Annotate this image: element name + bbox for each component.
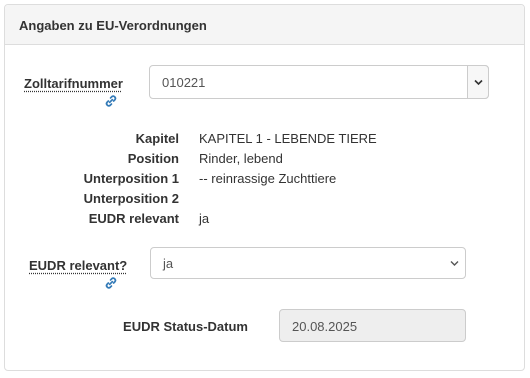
link-icon[interactable] (104, 276, 118, 290)
status-date-label: EUDR Status-Datum (123, 319, 248, 334)
zolltarif-dropdown-button[interactable] (467, 65, 489, 99)
zolltarif-label[interactable]: Zolltarifnummer (24, 76, 123, 91)
link-icon[interactable] (104, 94, 118, 108)
eudr-relevant-info-value: ja (199, 211, 210, 226)
unterposition1-value: -- reinrassige Zuchttiere (199, 171, 337, 186)
eudr-relevant-label[interactable]: EUDR relevant? (29, 258, 127, 273)
position-value: Rinder, lebend (199, 151, 283, 166)
zolltarif-select[interactable]: 010221 (149, 65, 489, 99)
panel-title: Angaben zu EU-Verordnungen (19, 18, 207, 33)
status-date-field: 20.08.2025 (279, 309, 466, 342)
eudr-relevant-selected: ja (163, 256, 174, 271)
chevron-down-icon (474, 79, 483, 86)
unterposition2-label: Unterposition 2 (83, 191, 179, 206)
position-label: Position (127, 151, 179, 166)
chevron-down-icon (450, 261, 459, 266)
unterposition1-label: Unterposition 1 (83, 171, 179, 186)
kapitel-label: Kapitel (135, 131, 179, 146)
eudr-relevant-select[interactable]: ja (150, 247, 466, 279)
kapitel-value: KAPITEL 1 - LEBENDE TIERE (199, 131, 377, 146)
zolltarif-value: 010221 (162, 75, 206, 90)
eudr-relevant-info-label: EUDR relevant (88, 211, 179, 226)
status-date-value: 20.08.2025 (292, 319, 358, 334)
